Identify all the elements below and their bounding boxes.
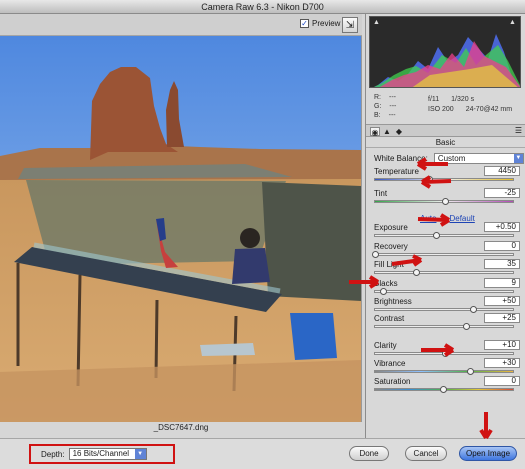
saturation-slider[interactable] — [374, 386, 514, 393]
depth-value: 16 Bits/Channel — [72, 449, 130, 458]
temperature-slider[interactable] — [374, 176, 514, 183]
auto-link[interactable]: Auto — [420, 214, 436, 223]
fill-light-label: Fill Light — [374, 260, 404, 269]
detail-tab-icon[interactable]: ◆ — [394, 127, 404, 136]
basic-section-title: Basic — [366, 137, 525, 148]
tint-value-field[interactable]: -25 — [484, 188, 520, 198]
histogram-readout: R: --- G: --- B: --- f/11 1/320 s ISO 200 24-… — [370, 93, 522, 121]
preview-control[interactable]: ✓ Preview — [300, 19, 340, 28]
dropdown-arrow-icon: ▼ — [513, 154, 523, 163]
depth-control: Depth: 16 Bits/Channel ▼ — [29, 444, 175, 464]
shadow-clipping-icon[interactable]: ▲ — [373, 19, 381, 26]
saturation-slider-thumb[interactable] — [439, 386, 447, 393]
vibrance-slider[interactable] — [374, 368, 514, 375]
default-link[interactable]: Default — [449, 214, 474, 223]
recovery-label: Recovery — [374, 242, 408, 251]
photo-preview[interactable] — [0, 36, 362, 422]
white-balance-value: Custom — [437, 154, 466, 163]
depth-dropdown-icon: ▼ — [134, 449, 146, 459]
clarity-slider[interactable] — [374, 350, 514, 357]
brightness-slider[interactable] — [374, 306, 514, 313]
exposure-value-field[interactable]: +0.50 — [484, 222, 520, 232]
image-filename: _DSC7647.dng — [0, 422, 362, 434]
white-balance-select[interactable]: Custom ▼ — [433, 153, 524, 164]
auto-default-controls: Auto Default — [420, 214, 475, 223]
aperture-value: f/11 — [428, 96, 440, 103]
histogram-graph — [374, 34, 520, 87]
b-value: --- — [388, 112, 396, 119]
contrast-slider-thumb[interactable] — [463, 323, 471, 330]
done-button[interactable]: Done — [349, 446, 389, 461]
contrast-slider[interactable] — [374, 323, 514, 330]
blacks-slider[interactable] — [374, 288, 514, 295]
panel-menu-icon[interactable]: ☰ — [515, 126, 522, 135]
white-balance-label: White Balance: — [374, 154, 428, 163]
exposure-label: Exposure — [374, 223, 408, 232]
cancel-button[interactable]: Cancel — [405, 446, 447, 461]
fill-light-slider-thumb[interactable] — [413, 269, 421, 276]
panel-tabs: ◉ ▲ ◆ ☰ — [366, 124, 525, 137]
basic-tab-icon[interactable]: ◉ — [370, 127, 380, 137]
vibrance-slider-thumb[interactable] — [467, 368, 475, 375]
shutter-value: 1/320 s — [451, 96, 475, 103]
r-label: R: — [374, 94, 381, 101]
fill-light-slider[interactable] — [374, 269, 514, 276]
recovery-slider-thumb[interactable] — [372, 251, 379, 258]
temperature-value-field[interactable]: 4450 — [484, 166, 520, 176]
vibrance-label: Vibrance — [374, 359, 406, 368]
camera-raw-window: Camera Raw 6.3 - Nikon D700 ✓ Preview ⇲ — [0, 0, 525, 469]
saturation-value-field[interactable]: 0 — [484, 376, 520, 386]
clarity-slider-thumb[interactable] — [442, 350, 450, 357]
exposure-slider-thumb[interactable] — [432, 232, 440, 239]
capture-settings: f/11 1/320 s ISO 200 24-70@42 mm — [428, 95, 512, 115]
recovery-slider[interactable] — [372, 251, 514, 258]
tint-slider-thumb[interactable] — [442, 198, 450, 205]
histogram: ▲ ▲ — [369, 16, 521, 88]
bottom-bar: Depth: 16 Bits/Channel ▼ Done Cancel Open… — [0, 438, 525, 469]
fill-light-value-field[interactable]: 35 — [484, 259, 520, 269]
clarity-value-field[interactable]: +10 — [484, 340, 520, 350]
recovery-value-field[interactable]: 0 — [484, 241, 520, 251]
iso-value: ISO 200 — [428, 106, 454, 113]
rgb-readout: R: --- G: --- B: --- — [374, 93, 396, 120]
b-label: B: — [374, 112, 381, 119]
clarity-label: Clarity — [374, 341, 397, 350]
open-image-button[interactable]: Open Image — [459, 446, 517, 461]
blacks-value-field[interactable]: 9 — [484, 278, 520, 288]
g-label: G: — [374, 103, 382, 110]
brightness-label: Brightness — [374, 297, 412, 306]
contrast-label: Contrast — [374, 314, 405, 323]
preview-label: Preview — [312, 19, 341, 28]
temperature-slider-thumb[interactable] — [425, 176, 433, 183]
blacks-slider-thumb[interactable] — [380, 288, 388, 295]
adjustment-panel: ▲ ▲ R: --- G: --- B: --- f/11 1/320 s ISO 20… — [365, 14, 525, 438]
tint-label: Tint — [374, 189, 388, 198]
exposure-slider[interactable] — [374, 232, 514, 239]
highlight-clipping-icon[interactable]: ▲ — [509, 19, 517, 26]
brightness-slider-thumb[interactable] — [469, 306, 477, 313]
tint-slider[interactable] — [374, 198, 514, 205]
contrast-value-field[interactable]: +25 — [484, 313, 520, 323]
preview-checkbox[interactable]: ✓ — [300, 19, 309, 28]
white-balance-row: White Balance: Custom ▼ — [374, 153, 524, 164]
image-toolbar: ✓ Preview ⇲ — [0, 14, 362, 36]
brightness-value-field[interactable]: +50 — [484, 296, 520, 306]
tone-curve-tab-icon[interactable]: ▲ — [382, 127, 392, 136]
export-icon[interactable]: ⇲ — [342, 17, 358, 33]
vibrance-value-field[interactable]: +30 — [484, 358, 520, 368]
saturation-label: Saturation — [374, 377, 411, 386]
temperature-label: Temperature — [374, 167, 419, 176]
desert-scene — [0, 36, 361, 422]
blacks-label: Blacks — [374, 279, 398, 288]
r-value: --- — [389, 94, 396, 101]
g-value: --- — [389, 103, 397, 110]
window-title: Camera Raw 6.3 - Nikon D700 — [0, 0, 525, 14]
depth-select[interactable]: 16 Bits/Channel ▼ — [68, 448, 147, 460]
depth-label: Depth: — [41, 449, 65, 459]
lens-value: 24-70@42 mm — [465, 106, 513, 113]
